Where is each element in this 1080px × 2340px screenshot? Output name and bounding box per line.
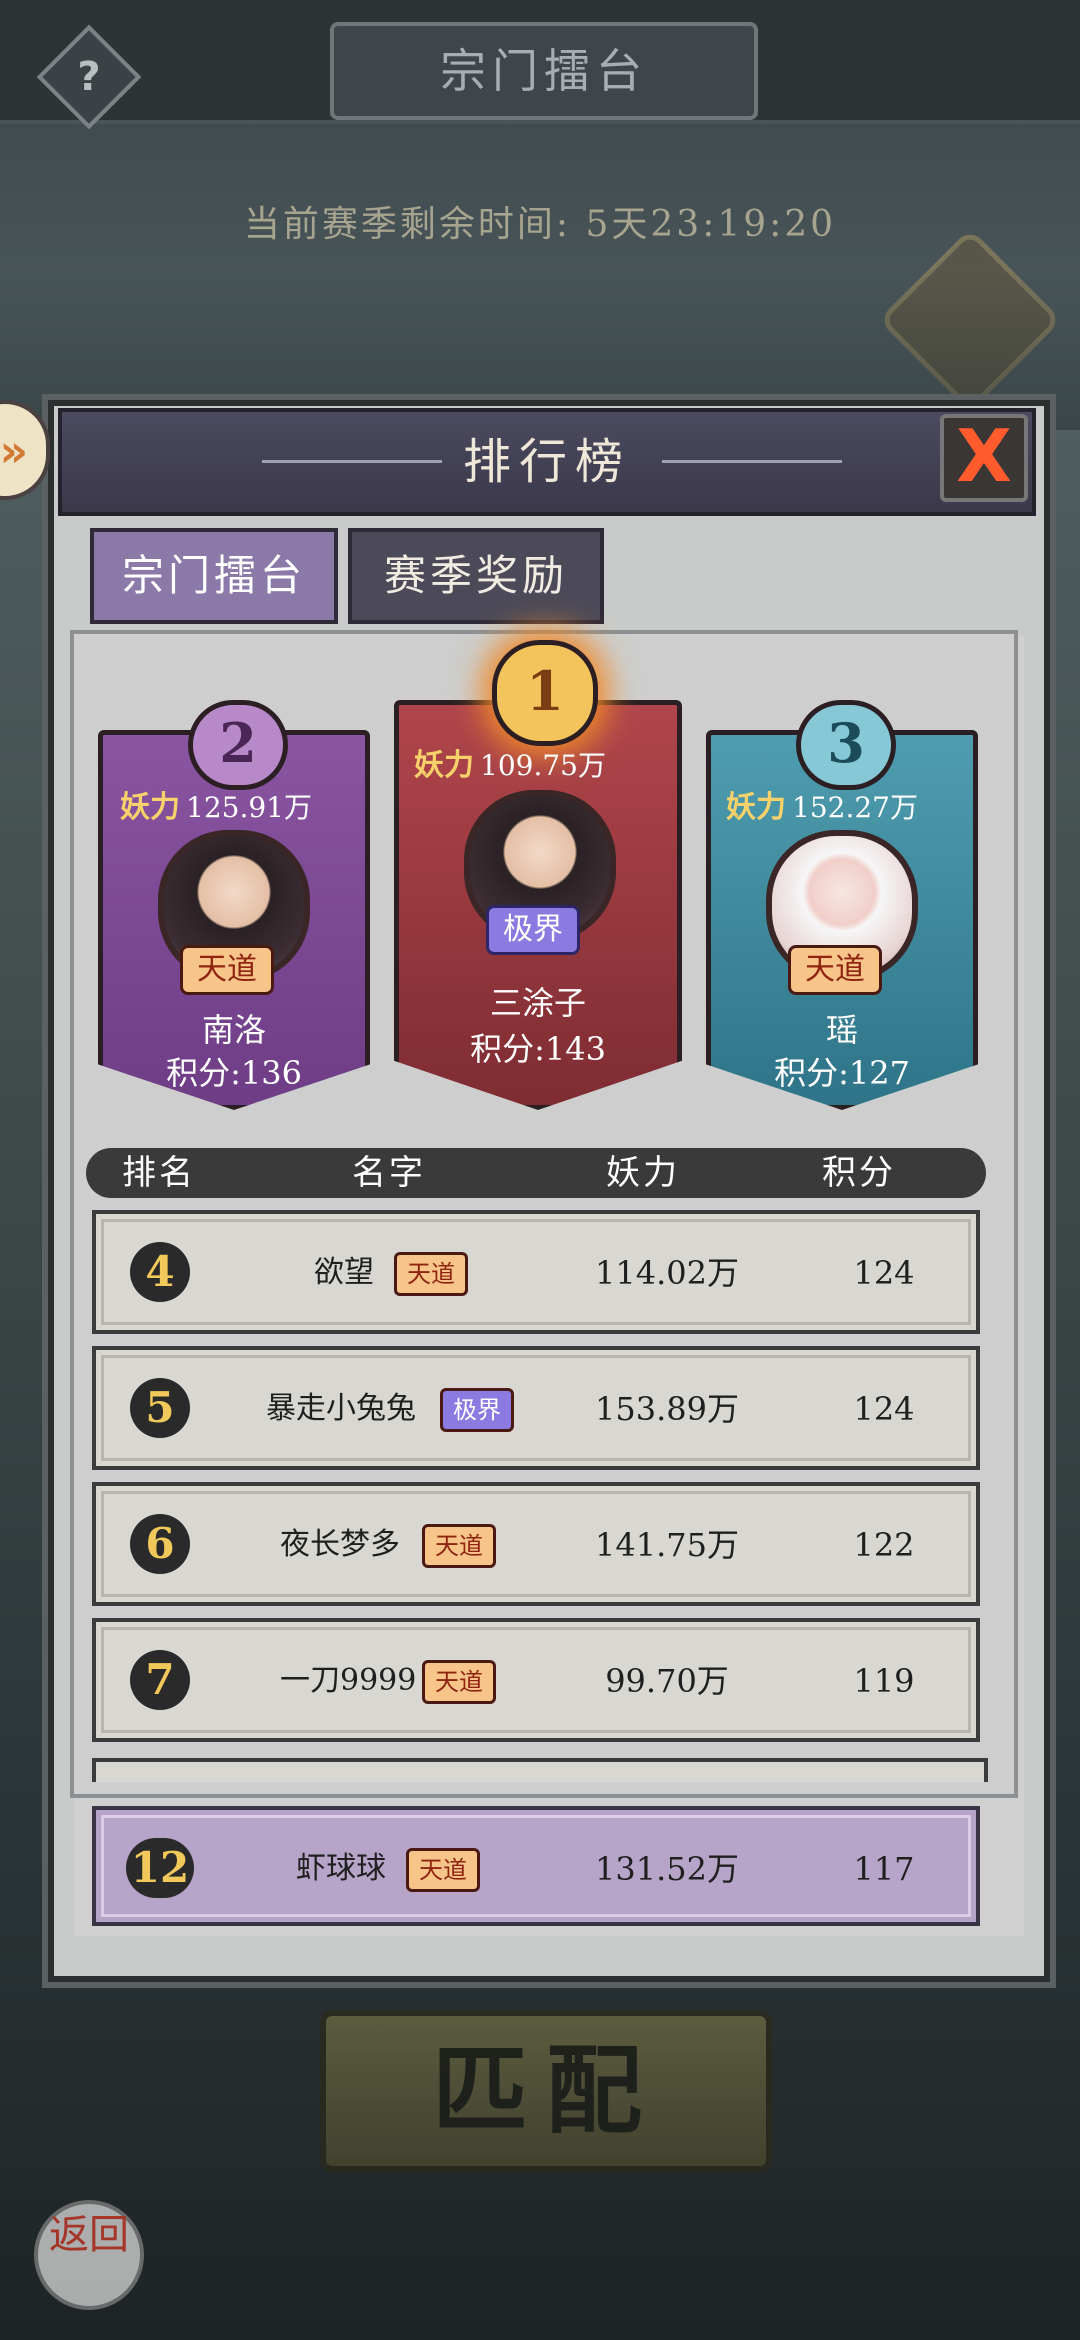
col-power: 妖力 [606, 1153, 680, 1193]
rank-2-score: 积分:136 [166, 1054, 302, 1092]
player-score: 117 [853, 1850, 915, 1888]
tier-badge: 天道 [422, 1524, 496, 1568]
rank-number: 12 [126, 1838, 194, 1898]
ranking-row[interactable]: 4 欲望 天道 114.02万 124 [92, 1210, 980, 1334]
rank-2-power: 妖力 125.91万 [120, 790, 312, 825]
leaderboard-title: 排行榜 [462, 434, 631, 490]
player-power: 114.02万 [595, 1254, 739, 1292]
rank-2-tier-badge: 天道 [180, 945, 274, 995]
rank-3-medal: 3 [796, 700, 896, 790]
tier-badge: 天道 [394, 1252, 468, 1296]
rank-1-medal: 1 [492, 640, 598, 746]
player-power: 131.52万 [595, 1850, 739, 1888]
rank-3-name: 瑶 [825, 1011, 858, 1049]
season-timer: 当前赛季剩余时间: 5天23:19:20 [0, 195, 1080, 247]
rank-number: 6 [130, 1514, 190, 1574]
player-power: 141.75万 [595, 1526, 739, 1564]
screen-title: 宗门擂台 [330, 22, 758, 120]
close-button[interactable]: X [940, 414, 1028, 502]
player-power: 99.70万 [605, 1662, 729, 1700]
rank-1-score: 积分:143 [470, 1030, 606, 1068]
rank-2-name: 南洛 [201, 1011, 266, 1049]
tab-season-rewards[interactable]: 赛季奖励 [348, 528, 604, 624]
rank-1-power: 妖力 109.75万 [414, 748, 606, 783]
col-name: 名字 [352, 1153, 426, 1193]
player-score: 124 [853, 1254, 915, 1292]
player-name: 暴走小兔兔 [266, 1391, 416, 1426]
back-button[interactable]: 返回 [34, 2200, 144, 2310]
player-name: 夜长梦多 [280, 1527, 400, 1562]
tier-badge: 极界 [440, 1388, 514, 1432]
ranking-row[interactable]: 6 夜长梦多 天道 141.75万 122 [92, 1482, 980, 1606]
tab-arena[interactable]: 宗门擂台 [90, 528, 338, 624]
leaderboard-header: 排行榜 [58, 408, 1036, 516]
player-score: 119 [853, 1662, 915, 1700]
rank-number: 7 [130, 1650, 190, 1710]
player-score: 124 [853, 1390, 915, 1428]
ranking-column-header: 排名 名字 妖力 积分 [86, 1148, 986, 1198]
rank-number: 5 [130, 1378, 190, 1438]
rank-3-tier-badge: 天道 [788, 945, 882, 995]
col-score: 积分 [822, 1153, 896, 1193]
rank-3-power: 妖力 152.27万 [726, 790, 918, 825]
ranking-row[interactable]: 5 暴走小兔兔 极界 153.89万 124 [92, 1346, 980, 1470]
player-score: 122 [853, 1526, 915, 1564]
rank-number: 4 [130, 1242, 190, 1302]
match-button[interactable]: 匹配 [320, 2010, 772, 2172]
player-power: 153.89万 [595, 1390, 739, 1428]
tier-badge: 天道 [422, 1660, 496, 1704]
rank-1-name: 三涂子 [489, 984, 586, 1022]
rank-2-medal: 2 [188, 700, 288, 790]
timer-label: 当前赛季剩余时间: [243, 204, 572, 245]
player-name: 欲望 [314, 1255, 374, 1290]
player-name: 虾球球 [296, 1851, 386, 1886]
ranking-row-partial [92, 1758, 988, 1782]
rank-3-score: 积分:127 [774, 1054, 910, 1092]
col-rank: 排名 [122, 1153, 196, 1193]
help-icon: ? [77, 54, 101, 100]
tier-badge: 天道 [406, 1848, 480, 1892]
timer-value: 5天23:19:20 [585, 204, 837, 245]
player-name: 一刀9999 [280, 1663, 417, 1698]
header-ornament-right [662, 460, 842, 463]
self-ranking-row[interactable]: 12 虾球球 天道 131.52万 117 [92, 1806, 980, 1926]
rank-1-tier-badge: 极界 [486, 905, 580, 955]
ranking-row[interactable]: 7 一刀9999 天道 99.70万 119 [92, 1618, 980, 1742]
